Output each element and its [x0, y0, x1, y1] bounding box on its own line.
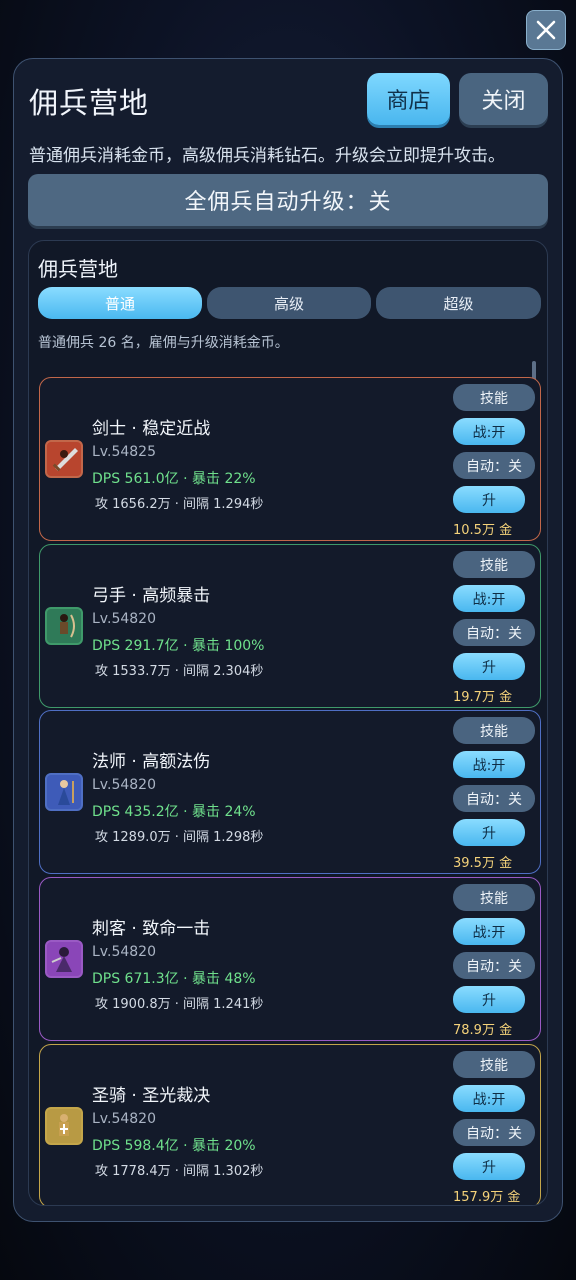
section-title: 佣兵营地: [38, 257, 118, 281]
tab-normal[interactable]: 普通: [38, 287, 202, 319]
close-window-button[interactable]: [526, 10, 566, 50]
mercenary-attack: 攻 1533.7万 · 间隔 2.304秒: [95, 664, 264, 679]
mercenary-attack: 攻 1900.8万 · 间隔 1.241秒: [95, 997, 264, 1012]
mercenary-dps: DPS 671.3亿 · 暴击 48%: [92, 971, 256, 987]
mercenary-name: 弓手 · 高频暴击: [92, 586, 211, 606]
skill-button[interactable]: 技能: [453, 717, 535, 744]
tier-tabs: 普通 高级 超级: [38, 287, 541, 319]
paladin-icon: [45, 1107, 83, 1145]
mercenary-level: Lv.54820: [92, 1111, 156, 1127]
mercenary-name: 法师 · 高额法伤: [92, 752, 211, 772]
mercenary-name: 圣骑 · 圣光裁决: [92, 1086, 211, 1106]
mercenary-name: 剑士 · 稳定近战: [92, 419, 211, 439]
auto-upgrade-toggle[interactable]: 自动：关: [453, 952, 535, 979]
description-text: 普通佣兵消耗金币，高级佣兵消耗钻石。升级会立即提升攻击。: [29, 146, 505, 166]
upgrade-button[interactable]: 升: [453, 819, 525, 846]
tab-advanced[interactable]: 高级: [207, 287, 371, 319]
mercenary-card: 法师 · 高额法伤 Lv.54820 DPS 435.2亿 · 暴击 24% 攻 12…: [39, 710, 541, 874]
mercenary-dps: DPS 291.7亿 · 暴击 100%: [92, 638, 265, 654]
auto-upgrade-toggle[interactable]: 自动：关: [453, 619, 535, 646]
mercenary-card: 圣骑 · 圣光裁决 Lv.54820 DPS 598.4亿 · 暴击 20% 攻 17…: [39, 1044, 541, 1205]
skill-button[interactable]: 技能: [453, 551, 535, 578]
battle-toggle-button[interactable]: 战:开: [453, 918, 525, 945]
upgrade-button[interactable]: 升: [453, 486, 525, 513]
skill-button[interactable]: 技能: [453, 1051, 535, 1078]
mercenary-level: Lv.54820: [92, 777, 156, 793]
assassin-icon: [45, 940, 83, 978]
mercenary-dps: DPS 598.4亿 · 暴击 20%: [92, 1138, 256, 1154]
mercenary-count-text: 普通佣兵 26 名，雇佣与升级消耗金币。: [38, 335, 289, 351]
auto-upgrade-toggle[interactable]: 自动：关: [453, 1119, 535, 1146]
upgrade-cost: 78.9万 金: [453, 1023, 513, 1038]
mercenary-attack: 攻 1656.2万 · 间隔 1.294秒: [95, 497, 264, 512]
close-button[interactable]: 关闭: [459, 73, 548, 125]
mercenary-card: 剑士 · 稳定近战 Lv.54825 DPS 561.0亿 · 暴击 22% 攻 16…: [39, 377, 541, 541]
battle-toggle-button[interactable]: 战:开: [453, 418, 525, 445]
mercenary-attack: 攻 1289.0万 · 间隔 1.298秒: [95, 830, 264, 845]
upgrade-cost: 19.7万 金: [453, 690, 513, 705]
mage-icon: [45, 773, 83, 811]
mercenary-level: Lv.54825: [92, 444, 156, 460]
battle-toggle-button[interactable]: 战:开: [453, 1085, 525, 1112]
mercenary-dps: DPS 435.2亿 · 暴击 24%: [92, 804, 256, 820]
battle-toggle-button[interactable]: 战:开: [453, 751, 525, 778]
upgrade-cost: 39.5万 金: [453, 856, 513, 871]
mercenary-name: 刺客 · 致命一击: [92, 919, 211, 939]
skill-button[interactable]: 技能: [453, 384, 535, 411]
page-title: 佣兵营地: [29, 86, 150, 120]
close-icon: [536, 20, 556, 40]
mercenary-card: 弓手 · 高频暴击 Lv.54820 DPS 291.7亿 · 暴击 100% 攻 1…: [39, 544, 541, 708]
skill-button[interactable]: 技能: [453, 884, 535, 911]
tab-super[interactable]: 超级: [376, 287, 541, 319]
mercenary-card: 刺客 · 致命一击 Lv.54820 DPS 671.3亿 · 暴击 48% 攻 19…: [39, 877, 541, 1041]
mercenary-attack: 攻 1778.4万 · 间隔 1.302秒: [95, 1164, 264, 1179]
auto-upgrade-toggle[interactable]: 自动：关: [453, 452, 535, 479]
battle-toggle-button[interactable]: 战:开: [453, 585, 525, 612]
shop-button[interactable]: 商店: [367, 73, 450, 125]
upgrade-cost: 10.5万 金: [453, 523, 513, 538]
mercenary-level: Lv.54820: [92, 611, 156, 627]
mercenary-dps: DPS 561.0亿 · 暴击 22%: [92, 471, 256, 487]
swordsman-icon: [45, 440, 83, 478]
auto-upgrade-toggle[interactable]: 自动：关: [453, 785, 535, 812]
mercenary-level: Lv.54820: [92, 944, 156, 960]
upgrade-button[interactable]: 升: [453, 986, 525, 1013]
upgrade-button[interactable]: 升: [453, 1153, 525, 1180]
upgrade-button[interactable]: 升: [453, 653, 525, 680]
camp-section: 佣兵营地 普通 高级 超级 普通佣兵 26 名，雇佣与升级消耗金币。 剑士 · …: [28, 240, 548, 1206]
upgrade-cost: 157.9万 金: [453, 1190, 521, 1205]
archer-icon: [45, 607, 83, 645]
auto-upgrade-all-button[interactable]: 全佣兵自动升级：关: [28, 174, 548, 226]
